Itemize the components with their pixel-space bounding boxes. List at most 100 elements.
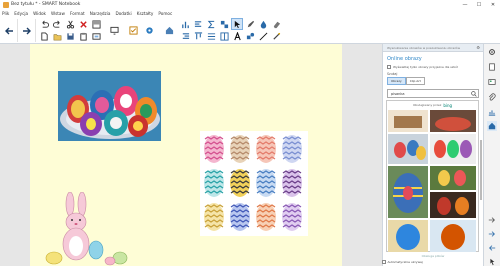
menu-insert[interactable]: Wstaw [51, 11, 65, 16]
menu-view[interactable]: Widok [33, 11, 46, 16]
new-page-button[interactable] [39, 31, 49, 41]
pen-tool-button[interactable] [245, 19, 255, 29]
filter-clipart-pill[interactable]: Clip Art [405, 77, 425, 85]
display-button[interactable] [107, 24, 121, 36]
easter-eggs-bowl-image[interactable] [58, 71, 161, 141]
next-page-button[interactable] [487, 229, 497, 239]
paint-drop-icon [260, 20, 266, 29]
undo-button[interactable] [39, 19, 49, 29]
search-icon[interactable] [470, 90, 478, 97]
group-button[interactable] [219, 19, 229, 29]
arrange-icon [219, 31, 229, 41]
lesson-activity-button[interactable] [143, 24, 155, 36]
menu-shapes[interactable]: Kształty [137, 11, 154, 16]
align-bottom-button[interactable] [180, 19, 190, 29]
workspace-right-margin [342, 44, 382, 266]
chart-icon [488, 110, 496, 116]
result-thumbnail[interactable] [430, 192, 476, 218]
panel-header: Wyszukiwanie obrazów w poszukiwaniu obra… [383, 44, 483, 52]
safe-search-label: Wyświetlaj tylko obrazy przyjazne dla sz… [393, 65, 458, 69]
powered-by-bing: Obsługiwany przez bing [387, 101, 478, 109]
line-tool-button[interactable] [258, 31, 268, 41]
safe-search-option[interactable]: Wyświetlaj tylko obrazy przyjazne dla sz… [387, 65, 479, 69]
result-thumbnail[interactable] [388, 110, 428, 132]
notebook-page[interactable] [30, 44, 342, 266]
gear-icon [489, 49, 495, 55]
tab-gallery[interactable] [487, 77, 497, 87]
easter-bunny-clipart[interactable] [30, 191, 140, 266]
forward-arrow-button[interactable] [19, 19, 36, 42]
align-left-button[interactable] [193, 19, 203, 29]
align-right-button[interactable] [180, 31, 190, 41]
menu-file[interactable]: Plik [2, 11, 9, 16]
fill-tool-button[interactable] [271, 31, 281, 41]
arrange-button[interactable] [219, 31, 229, 41]
result-thumbnail[interactable] [430, 220, 476, 252]
image-search-input[interactable]: pisanka [387, 89, 479, 98]
paste-button[interactable] [78, 31, 88, 41]
result-thumbnail[interactable] [430, 166, 476, 190]
select-tool-button[interactable] [231, 18, 243, 30]
paperclip-icon [488, 93, 496, 101]
tab-attachments[interactable] [487, 92, 497, 102]
red-x-icon [79, 20, 87, 28]
menu-tools[interactable]: Narzędzia [90, 11, 111, 16]
menu-bar: Plik Edycja Widok Wstaw Format Narzędzia… [0, 9, 500, 17]
auto-hide-option[interactable]: Automatycznie ukrywaj [370, 258, 483, 266]
results-scrollbar[interactable] [480, 140, 482, 200]
tab-page-sorter[interactable] [487, 47, 497, 57]
tab-properties[interactable] [487, 107, 497, 117]
result-thumbnail[interactable] [430, 134, 476, 164]
group-icon [220, 20, 228, 28]
maximize-button[interactable]: ☐ [472, 0, 486, 9]
result-thumbnail[interactable] [388, 220, 428, 252]
home-table-icon [165, 26, 173, 34]
menu-edit[interactable]: Edycja [14, 11, 28, 16]
tab-addons[interactable] [487, 121, 497, 131]
menu-addons[interactable]: Dodatki [115, 11, 131, 16]
result-thumbnail[interactable] [388, 134, 428, 164]
delete-button[interactable] [78, 19, 88, 29]
filter-pills: Obrazy Clip Art [387, 77, 479, 85]
collapse-panel-button[interactable] [487, 215, 497, 225]
tab-page-view[interactable] [487, 62, 497, 72]
panel-title: Online obrazy [387, 56, 422, 62]
save-icon [66, 32, 74, 40]
safe-search-checkbox[interactable] [387, 65, 391, 69]
patterned-eggs-grid-image[interactable] [200, 131, 308, 236]
align-top-button[interactable] [193, 31, 203, 41]
open-button[interactable] [52, 31, 62, 41]
menu-help[interactable]: Pomoc [158, 11, 172, 16]
activity-builder-button[interactable] [127, 24, 139, 36]
filter-images-pill[interactable]: Obrazy [387, 77, 406, 85]
redo-button[interactable] [52, 19, 62, 29]
gallery-icon [488, 79, 496, 85]
panel-settings-icon[interactable]: ⚙ [476, 45, 480, 50]
result-thumbnail[interactable] [388, 166, 428, 218]
save-button[interactable] [65, 31, 75, 41]
shapes-button[interactable] [245, 31, 255, 41]
sum-button[interactable] [206, 19, 216, 29]
text-tool-button[interactable] [232, 31, 242, 41]
image-results: Obsługiwany przez bing [386, 100, 479, 252]
toolbar [0, 17, 500, 44]
back-arrow-icon [5, 27, 13, 34]
creative-pen-button[interactable] [258, 19, 268, 29]
cut-button[interactable] [65, 19, 75, 29]
result-thumbnail[interactable] [430, 110, 476, 132]
close-button[interactable]: ✕ [486, 0, 500, 9]
hand-cursor-button[interactable] [487, 257, 497, 266]
arrow-right-blue-icon [488, 231, 495, 237]
screen-shade-button[interactable] [91, 19, 101, 29]
distribute-button[interactable] [206, 31, 216, 41]
menu-format[interactable]: Format [70, 11, 85, 16]
full-screen-button[interactable] [91, 31, 101, 41]
table-button[interactable] [163, 24, 175, 36]
previous-page-button[interactable] [487, 243, 497, 253]
minimize-button[interactable]: — [458, 0, 472, 9]
eraser-button[interactable] [271, 19, 281, 29]
auto-hide-checkbox[interactable] [382, 260, 386, 264]
auto-hide-label: Automatycznie ukrywaj [387, 260, 423, 264]
back-arrow-button[interactable] [1, 19, 18, 42]
home-icon [488, 122, 496, 130]
